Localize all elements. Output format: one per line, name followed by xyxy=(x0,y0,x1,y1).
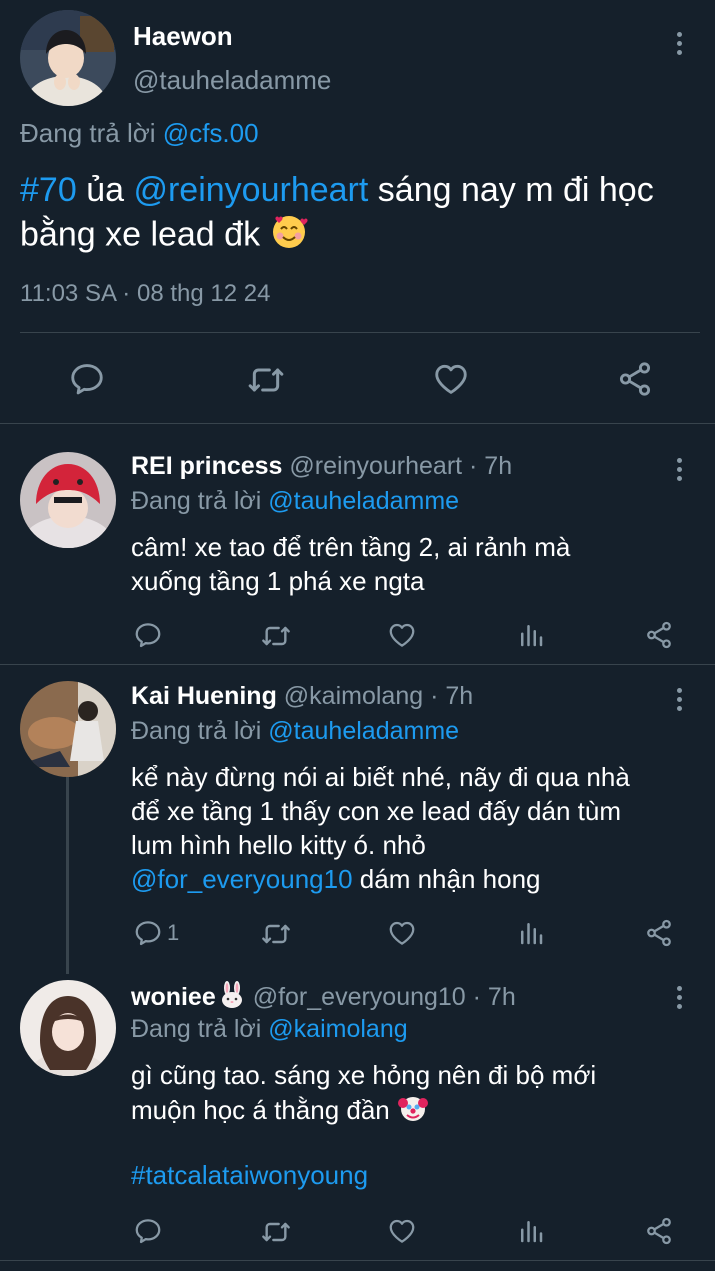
divider xyxy=(20,332,700,333)
display-name[interactable]: REI princess xyxy=(131,452,282,480)
analytics-icon[interactable] xyxy=(516,1216,546,1246)
reply-icon[interactable] xyxy=(133,1216,163,1246)
divider xyxy=(0,423,715,424)
smiling-face-with-hearts-icon xyxy=(270,212,308,261)
reply-count: 1 xyxy=(167,920,180,945)
avatar[interactable] xyxy=(20,980,116,1076)
divider xyxy=(0,1260,715,1261)
reply-text-line: kể này đừng nói ai biết nhé, nãy đi qua … xyxy=(131,762,630,792)
thread-line xyxy=(66,776,69,974)
rabbit-face-icon xyxy=(218,981,246,1016)
clown-face-icon xyxy=(397,1092,429,1132)
share-icon[interactable] xyxy=(644,1216,674,1246)
avatar[interactable] xyxy=(20,10,116,106)
analytics-icon[interactable] xyxy=(516,918,546,948)
replying-prefix: Đang trả lời xyxy=(131,1015,262,1043)
reply-text: câm! xe tao để trên tầng 2, ai rảnh mà x… xyxy=(131,530,570,598)
more-icon[interactable] xyxy=(674,458,684,481)
reply-icon[interactable] xyxy=(68,360,106,398)
reply-text-line: để xe tầng 1 thấy con xe lead đấy dán tù… xyxy=(131,796,622,826)
replying-prefix: Đang trả lời xyxy=(131,487,262,515)
reply-text-line: lum hình hello kitty ó. nhỏ xyxy=(131,830,426,860)
replying-to: Đang trả lời @tauheladamme xyxy=(131,717,459,746)
more-icon[interactable] xyxy=(674,688,684,711)
retweet-icon[interactable] xyxy=(260,1216,292,1248)
retweet-icon[interactable] xyxy=(260,620,292,652)
replying-prefix: Đang trả lời xyxy=(20,118,156,148)
display-name[interactable]: woniee xyxy=(131,983,216,1011)
replying-to: Đang trả lời @kaimolang xyxy=(131,1015,408,1044)
replying-to-link[interactable]: @tauheladamme xyxy=(268,487,459,515)
share-icon[interactable] xyxy=(644,918,674,948)
more-icon[interactable] xyxy=(674,32,684,55)
timestamp[interactable]: 11:03 SA · 08 thg 12 24 xyxy=(20,280,270,308)
handle[interactable]: @tauheladamme xyxy=(133,65,331,96)
replying-to-link[interactable]: @kaimolang xyxy=(268,1015,407,1043)
hashtag-link[interactable]: #tatcalataiwonyoung xyxy=(131,1160,368,1191)
retweet-icon[interactable] xyxy=(246,360,286,400)
reply-text-line: câm! xe tao để trên tầng 2, ai rảnh mà xyxy=(131,532,571,562)
tweet-text: #70 ủa @reinyourheart sáng nay m đi học … xyxy=(20,168,710,261)
reply-icon[interactable] xyxy=(133,620,163,650)
share-icon[interactable] xyxy=(616,360,654,398)
display-name[interactable]: Kai Huening xyxy=(131,682,277,710)
replying-prefix: Đang trả lời xyxy=(131,717,262,745)
handle-time[interactable]: @reinyourheart · 7h xyxy=(289,452,512,480)
avatar[interactable] xyxy=(20,452,116,548)
reply-icon[interactable]: 1 xyxy=(133,918,179,948)
reply-header: REI princess @reinyourheart · 7h xyxy=(131,452,512,481)
reply-text-part: dám nhận hong xyxy=(359,864,541,894)
reply-text: kể này đừng nói ai biết nhé, nãy đi qua … xyxy=(131,760,630,896)
share-icon[interactable] xyxy=(644,620,674,650)
replying-to-link[interactable]: @cfs.00 xyxy=(163,118,259,148)
like-icon[interactable] xyxy=(432,360,470,398)
tweet-text-part: ủa xyxy=(86,171,125,209)
retweet-icon[interactable] xyxy=(260,918,292,950)
replying-to-link[interactable]: @tauheladamme xyxy=(268,717,459,745)
more-icon[interactable] xyxy=(674,986,684,1009)
reply-header: woniee @for_everyoung10 · 7h xyxy=(131,981,516,1016)
replying-to: Đang trả lời @cfs.00 xyxy=(20,118,259,149)
replying-to: Đang trả lời @tauheladamme xyxy=(131,487,459,516)
like-icon[interactable] xyxy=(387,620,417,650)
tweet-text-part: sáng nay m đi học xyxy=(377,171,654,209)
handle-time[interactable]: @for_everyoung10 · 7h xyxy=(253,983,516,1011)
avatar[interactable] xyxy=(20,681,116,777)
like-icon[interactable] xyxy=(387,1216,417,1246)
reply-text-part: muộn học á thằng đần xyxy=(131,1094,390,1125)
reply-text-line: gì cũng tao. sáng xe hỏng nên đi bộ mới xyxy=(131,1060,597,1090)
divider xyxy=(0,664,715,665)
analytics-icon[interactable] xyxy=(516,620,546,650)
handle-time[interactable]: @kaimolang · 7h xyxy=(284,682,473,710)
display-name[interactable]: Haewon xyxy=(133,21,233,52)
mention-link[interactable]: @reinyourheart xyxy=(133,171,368,209)
mention-link[interactable]: @for_everyoung10 xyxy=(131,864,353,894)
hashtag-link[interactable]: #70 xyxy=(20,171,77,209)
reply-header: Kai Huening @kaimolang · 7h xyxy=(131,682,473,711)
like-icon[interactable] xyxy=(387,918,417,948)
reply-text: gì cũng tao. sáng xe hỏng nên đi bộ mới … xyxy=(131,1058,596,1132)
reply-text-line: xuống tầng 1 phá xe ngta xyxy=(131,566,425,596)
tweet-text-line: bằng xe lead đk xyxy=(20,215,261,254)
